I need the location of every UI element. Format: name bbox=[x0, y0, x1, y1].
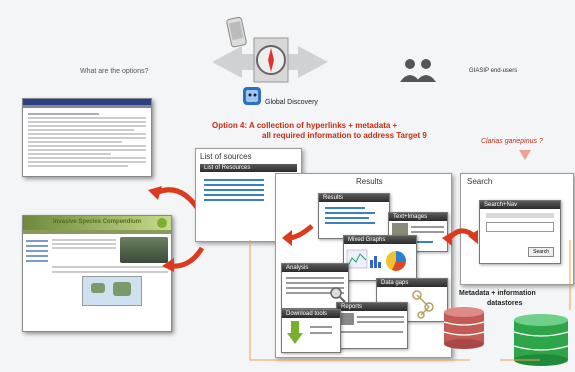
question-text: What are the options? bbox=[80, 68, 149, 75]
results-title: Results bbox=[356, 177, 383, 186]
results-sub-bar: Results bbox=[319, 194, 389, 202]
connector-lines bbox=[249, 240, 571, 361]
document-screenshot bbox=[22, 98, 152, 177]
option-line-2: all required information to address Targ… bbox=[262, 131, 427, 140]
users-icon bbox=[398, 58, 438, 87]
website-title: Invasive Species Compendium bbox=[53, 219, 142, 225]
list-of-sources-title: List of sources bbox=[200, 152, 252, 161]
text-images-bar: Text+Images bbox=[389, 213, 447, 221]
search-nav-bar: Search+Nav bbox=[480, 201, 560, 209]
search-title: Search bbox=[467, 177, 493, 186]
world-map-icon bbox=[82, 276, 142, 306]
arrows-compass-icon bbox=[212, 32, 328, 99]
thumbnail-icon bbox=[392, 223, 408, 235]
search-input[interactable] bbox=[486, 222, 554, 232]
query-text: Clarias gariepinus ? bbox=[481, 138, 543, 145]
global-discovery-label: Global Discovery bbox=[265, 99, 318, 106]
down-triangle-icon bbox=[519, 150, 531, 160]
list-of-resources-bar: List of Resources bbox=[200, 164, 297, 172]
finder-icon bbox=[242, 86, 262, 111]
end-users-label: GIASIP end-users bbox=[469, 68, 518, 74]
results-subwindow: Results bbox=[318, 193, 390, 239]
option-line-1: Option 4: A collection of hyperlinks + m… bbox=[212, 121, 398, 130]
